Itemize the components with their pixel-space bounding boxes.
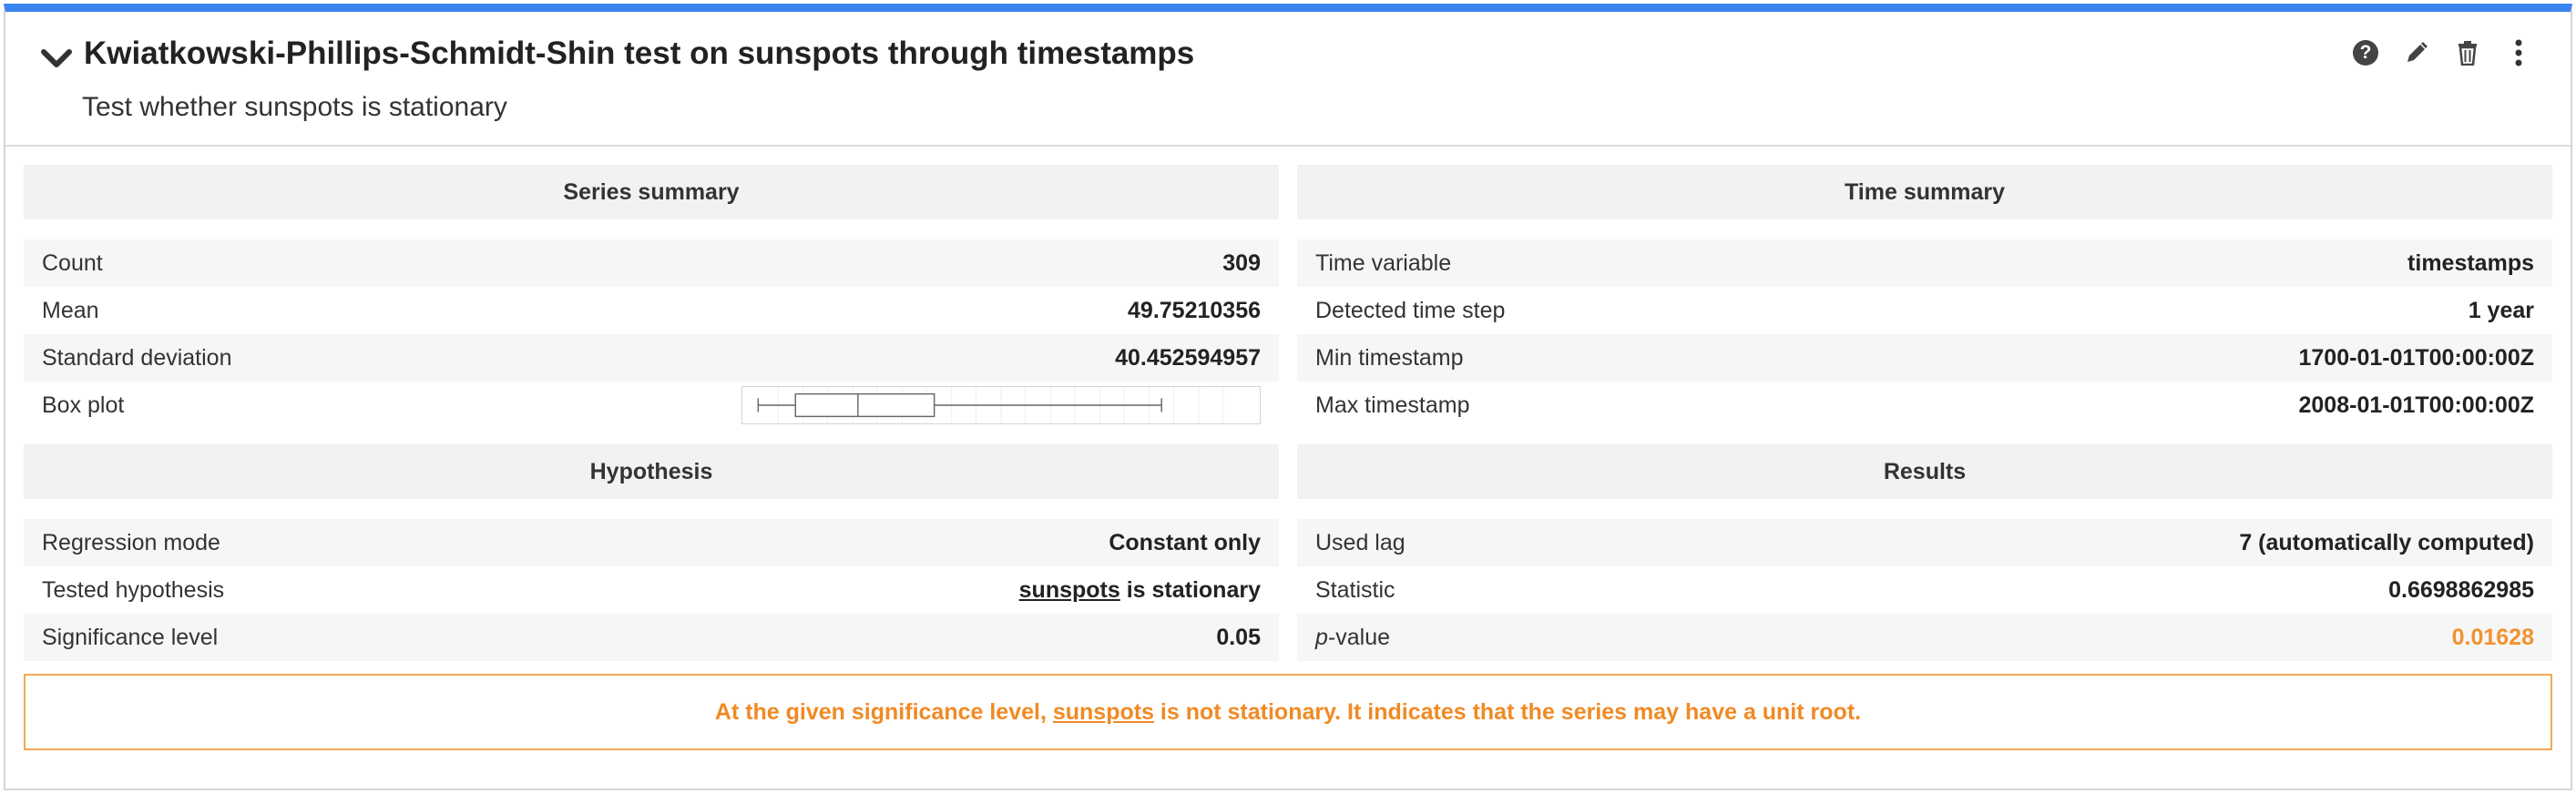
- edit-button[interactable]: [2401, 37, 2432, 68]
- results-row-lag: Used lag 7 (automatically computed): [1297, 519, 2552, 566]
- time-summary-section: Time summary Time variable timestamps De…: [1297, 165, 2552, 429]
- results-section: Results Used lag 7 (automatically comput…: [1297, 444, 2552, 661]
- card-header: Kwiatkowski-Phillips-Schmidt-Shin test o…: [5, 12, 2571, 147]
- conclusion-alert: At the given significance level, sunspot…: [24, 674, 2552, 750]
- help-icon: ?: [2353, 40, 2378, 66]
- pvalue-value: 0.01628: [2451, 624, 2534, 650]
- tested-hypothesis-value: sunspots is stationary: [1018, 576, 1261, 603]
- kpss-test-card: Kwiatkowski-Phillips-Schmidt-Shin test o…: [4, 4, 2572, 790]
- time-row-min: Min timestamp 1700-01-01T00:00:00Z: [1297, 334, 2552, 382]
- hypothesis-row-regression: Regression mode Constant only: [24, 519, 1279, 566]
- pencil-icon: [2407, 42, 2428, 62]
- card-subtitle: Test whether sunspots is stationary: [82, 92, 507, 122]
- sunspots-link[interactable]: sunspots: [1019, 577, 1120, 603]
- hypothesis-heading: Hypothesis: [24, 444, 1279, 499]
- hypothesis-row-significance: Significance level 0.05: [24, 614, 1279, 661]
- results-heading: Results: [1297, 444, 2552, 499]
- header-actions: ?: [2350, 37, 2534, 68]
- time-row-max: Max timestamp 2008-01-01T00:00:00Z: [1315, 392, 2534, 418]
- time-row-step: Detected time step 1 year: [1315, 297, 2534, 323]
- time-row-variable: Time variable timestamps: [1297, 239, 2552, 287]
- summary-row-boxplot: Box plot: [24, 382, 1279, 429]
- results-row-pvalue: p-value 0.01628: [1297, 614, 2552, 661]
- box-plot: [741, 386, 1261, 424]
- series-summary-section: Series summary Count 309 Mean 49.7521035…: [24, 165, 1279, 429]
- trash-icon: [2458, 41, 2477, 66]
- series-summary-heading: Series summary: [24, 165, 1279, 219]
- card-title: Kwiatkowski-Phillips-Schmidt-Shin test o…: [84, 36, 1195, 71]
- chevron-down-icon[interactable]: [38, 45, 75, 72]
- help-button[interactable]: ?: [2350, 37, 2381, 68]
- pvalue-label: p-value: [1315, 624, 1390, 650]
- hypothesis-row-tested: Tested hypothesis sunspots is stationary: [42, 576, 1261, 603]
- delete-button[interactable]: [2452, 37, 2483, 68]
- time-summary-heading: Time summary: [1297, 165, 2552, 219]
- more-vertical-icon: [2515, 39, 2522, 66]
- more-button[interactable]: [2503, 37, 2534, 68]
- sunspots-link[interactable]: sunspots: [1053, 699, 1154, 726]
- summary-row-std: Standard deviation 40.452594957: [24, 334, 1279, 382]
- summary-row-count: Count 309: [24, 239, 1279, 287]
- summary-row-mean: Mean 49.75210356: [42, 297, 1261, 323]
- hypothesis-section: Hypothesis Regression mode Constant only…: [24, 444, 1279, 661]
- results-row-statistic: Statistic 0.6698862985: [1315, 576, 2534, 603]
